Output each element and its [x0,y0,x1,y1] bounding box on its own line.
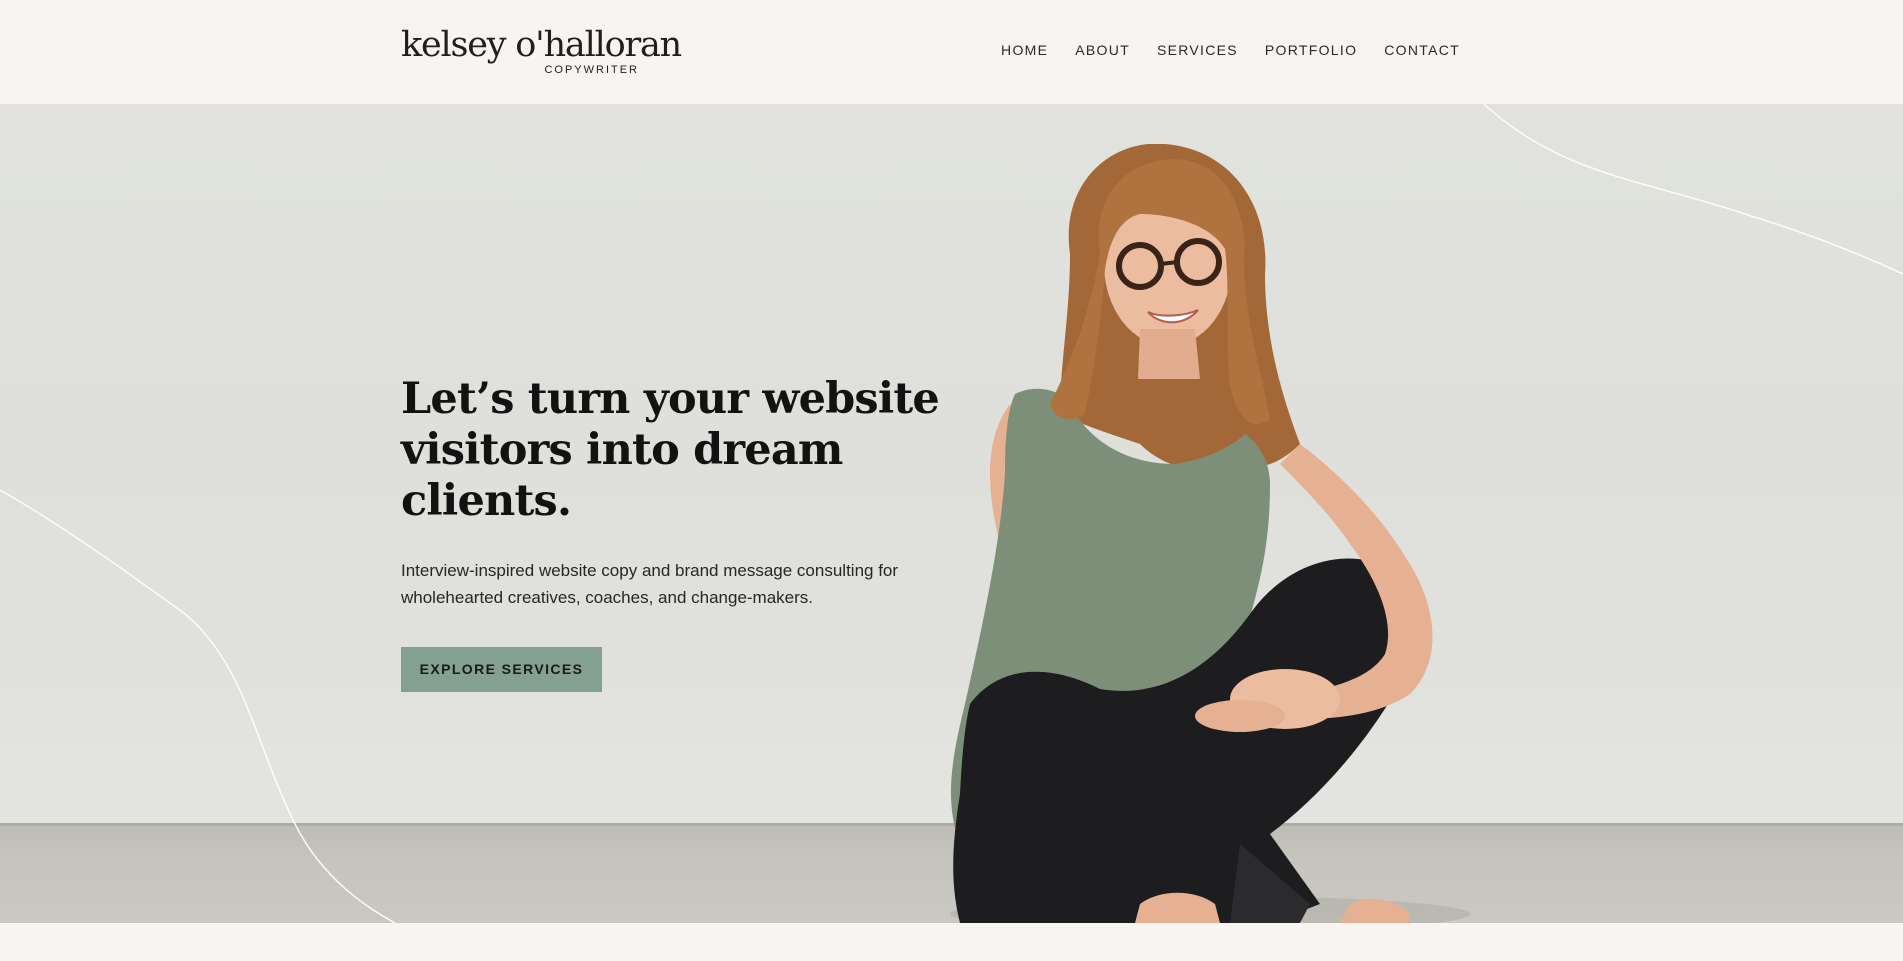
logo-subtitle: COPYWRITER [544,64,639,76]
main-nav: HOME ABOUT SERVICES PORTFOLIO CONTACT [1001,42,1460,58]
page-bottom-strip [0,923,1903,961]
nav-services[interactable]: SERVICES [1157,42,1238,58]
hero-section: Let’s turn your website visitors into dr… [0,104,1903,923]
explore-services-button[interactable]: EXPLORE SERVICES [401,647,602,692]
logo-name: kelsey o'halloran [401,25,682,65]
nav-contact[interactable]: CONTACT [1384,42,1460,58]
hero-text: Let’s turn your website visitors into dr… [401,374,1001,692]
site-logo[interactable]: kelsey o'halloran COPYWRITER [401,24,682,80]
hero-subtext: Interview-inspired website copy and bran… [401,561,899,607]
site-header: kelsey o'halloran COPYWRITER HOME ABOUT … [0,0,1903,104]
woman-sitting-photo [950,144,1470,923]
nav-portfolio[interactable]: PORTFOLIO [1265,42,1357,58]
nav-home[interactable]: HOME [1001,42,1048,58]
hero-headline: Let’s turn your website visitors into dr… [401,374,940,526]
nav-about[interactable]: ABOUT [1075,42,1130,58]
